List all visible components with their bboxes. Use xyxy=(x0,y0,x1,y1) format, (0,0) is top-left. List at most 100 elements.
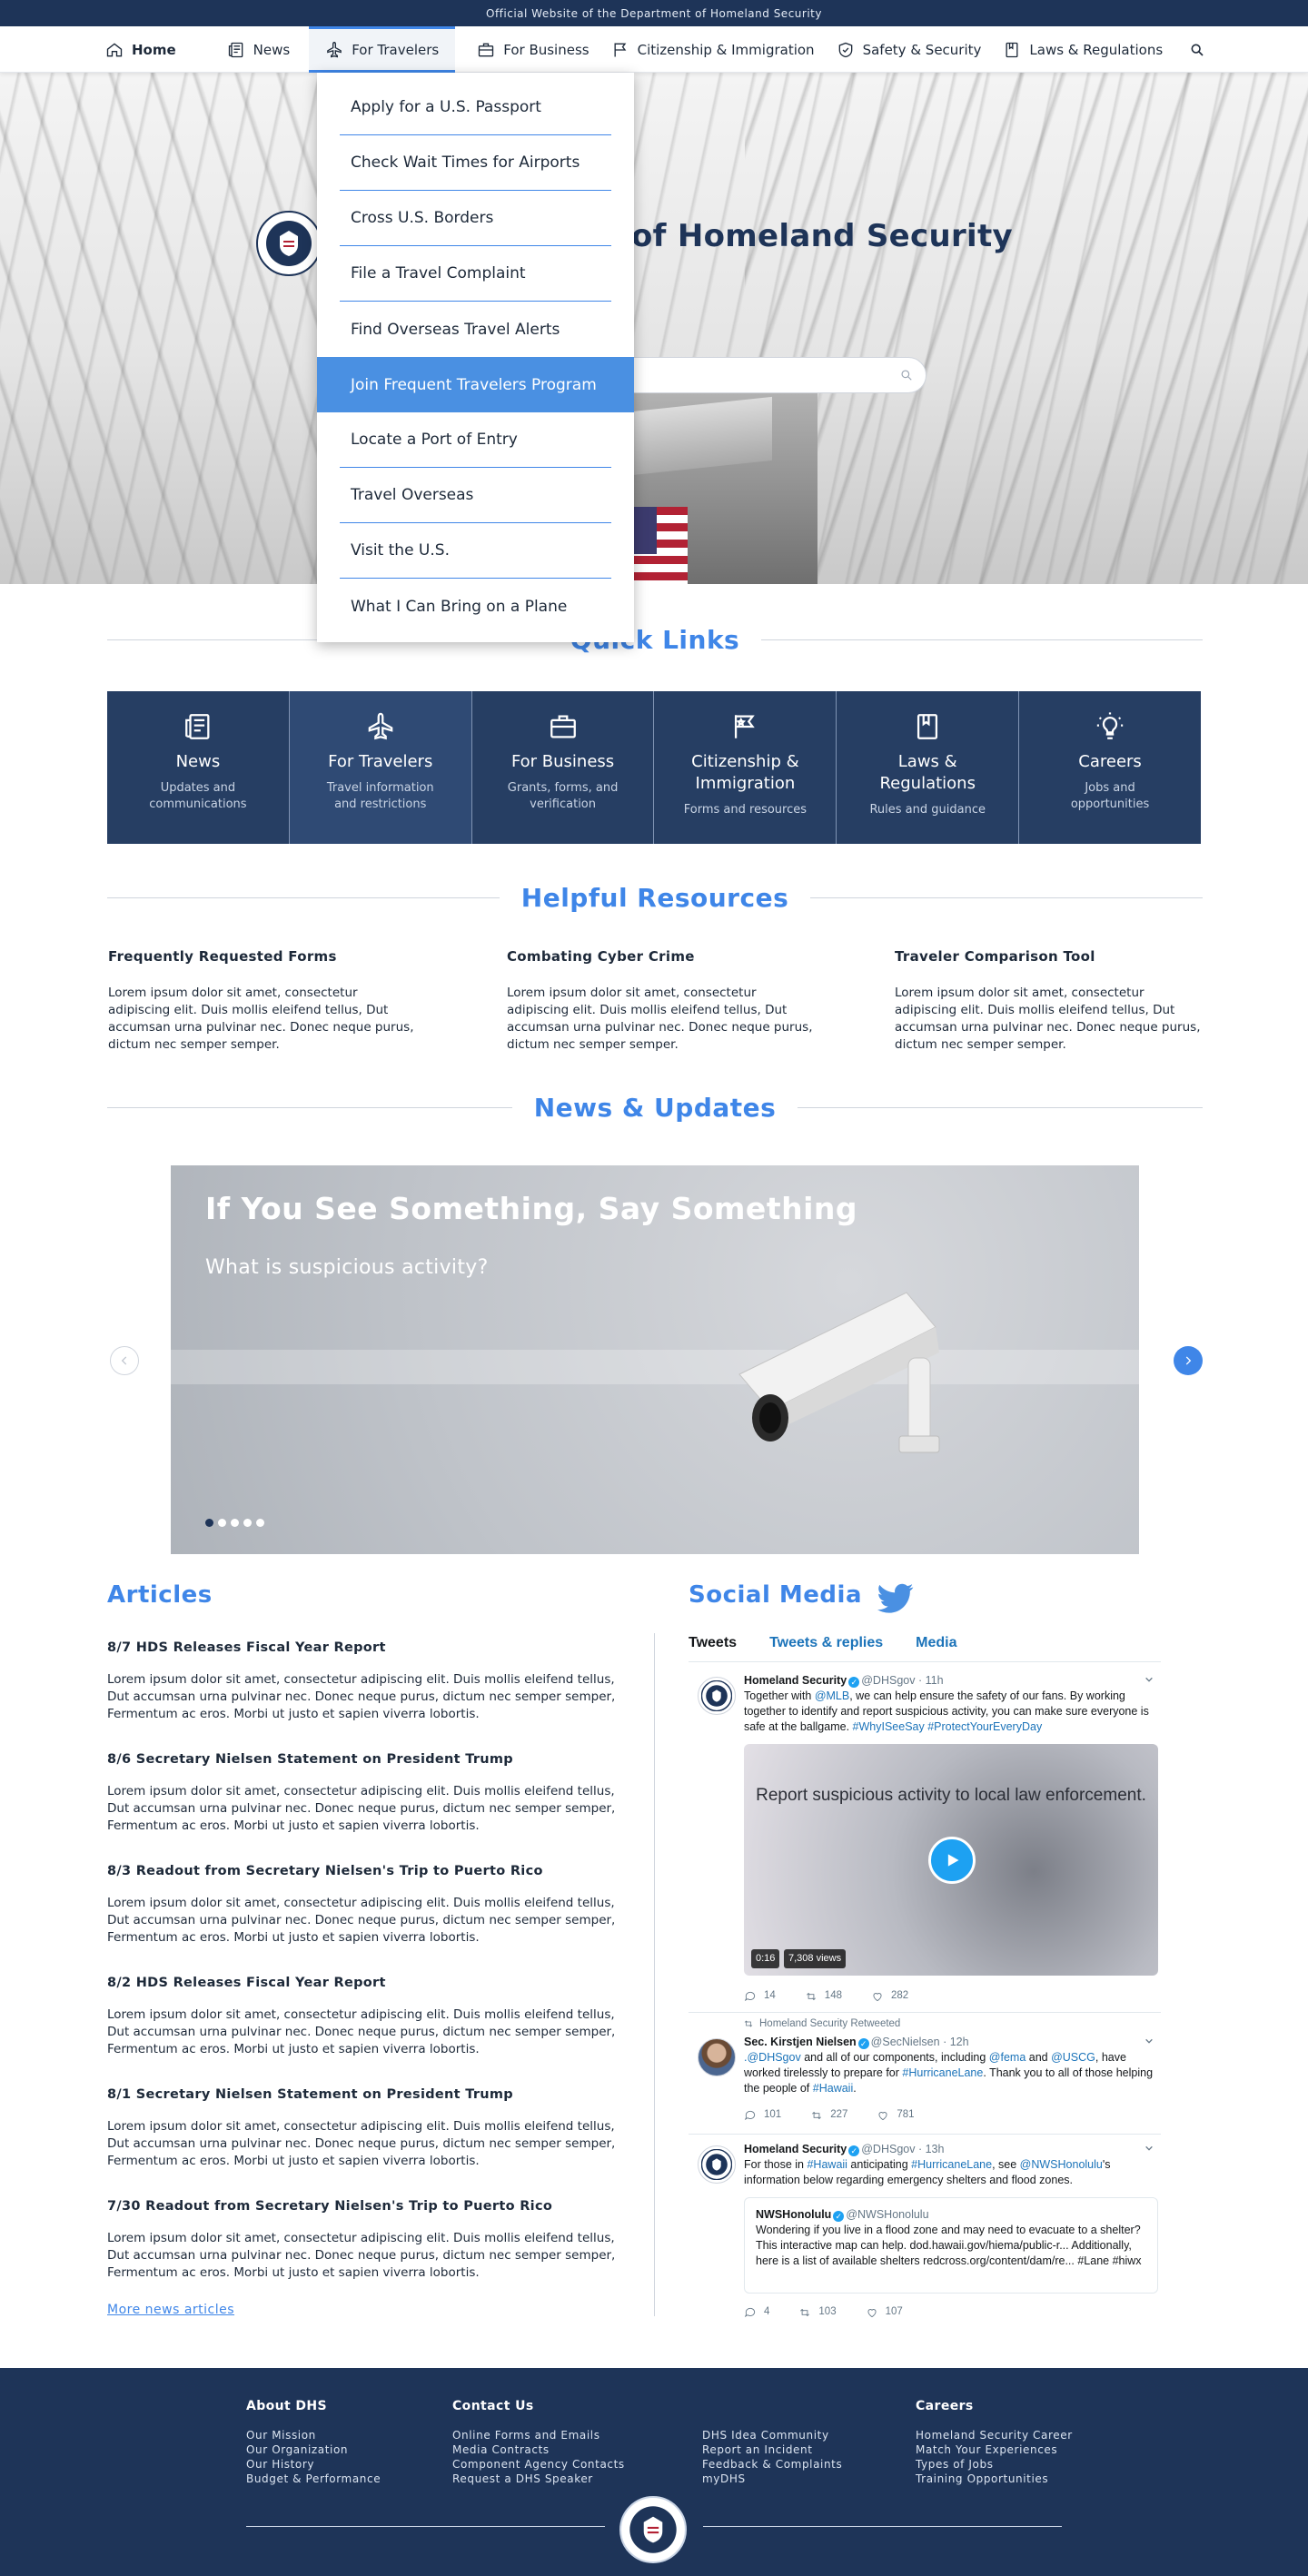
resource-title-link[interactable]: Frequently Requested Forms xyxy=(108,948,417,965)
tweet[interactable]: Sec. Kirstjen Nielsen ✓ @SecNielsen · 12h … xyxy=(689,2033,1161,2133)
carousel-dot[interactable] xyxy=(231,1519,239,1527)
quick-link-for-travelers[interactable]: For Travelers Travel information and res… xyxy=(289,691,472,844)
quick-link-citizenship[interactable]: Citizenship & Immigration Forms and reso… xyxy=(654,691,837,844)
article-title-link[interactable]: 7/30 Readout from Secretary Nielsen's Tr… xyxy=(107,2199,616,2214)
tweet-video[interactable]: Report suspicious activity to local law … xyxy=(744,1744,1158,1976)
more-news-link[interactable]: More news articles xyxy=(107,2303,234,2317)
resource-title-link[interactable]: Traveler Comparison Tool xyxy=(895,948,1204,965)
retweet-button[interactable]: 103 xyxy=(798,2304,837,2320)
article-title-link[interactable]: 8/7 HDS Releases Fiscal Year Report xyxy=(107,1640,616,1655)
dropdown-item-port-of-entry[interactable]: Locate a Port of Entry xyxy=(340,412,611,468)
tweet-time[interactable]: 11h xyxy=(926,1674,944,1687)
tweet-handle[interactable]: @DHSgov xyxy=(861,2143,915,2155)
article-title-link[interactable]: 8/3 Readout from Secretary Nielsen's Tri… xyxy=(107,1864,616,1878)
like-button[interactable]: 282 xyxy=(871,1988,908,2004)
carousel-prev-button[interactable] xyxy=(110,1346,139,1375)
twitter-icon[interactable] xyxy=(877,1583,914,1614)
hashtag-link[interactable]: #Hawaii xyxy=(807,2158,847,2171)
news-carousel[interactable]: If You See Something, Say Something What… xyxy=(171,1165,1139,1554)
footer-link[interactable]: Component Agency Contacts xyxy=(452,2457,625,2472)
footer-link[interactable]: Our Organization xyxy=(246,2442,381,2457)
nav-search-button[interactable] xyxy=(1179,26,1215,73)
carousel-dot[interactable] xyxy=(218,1519,226,1527)
mention-link[interactable]: @USCG xyxy=(1051,2051,1095,2064)
hashtag-link[interactable]: #Hawaii xyxy=(813,2082,853,2095)
article-title-link[interactable]: 8/1 Secretary Nielsen Statement on Presi… xyxy=(107,2087,616,2102)
carousel-next-button[interactable] xyxy=(1174,1346,1203,1375)
carousel-dot[interactable] xyxy=(205,1519,213,1527)
reply-button[interactable]: 4 xyxy=(744,2304,769,2320)
carousel-dot[interactable] xyxy=(243,1519,252,1527)
tweet-time[interactable]: 12h xyxy=(950,2036,969,2048)
footer-link[interactable]: Match Your Experiences xyxy=(916,2442,1073,2457)
dropdown-item-bring-on-plane[interactable]: What I Can Bring on a Plane xyxy=(340,579,611,634)
dropdown-item-wait-times[interactable]: Check Wait Times for Airports xyxy=(340,135,611,191)
tweet-author-name[interactable]: Homeland Security xyxy=(744,1674,847,1687)
quick-link-for-business[interactable]: For Business Grants, forms, and verifica… xyxy=(472,691,655,844)
quoted-tweet-card[interactable]: NWSHonolulu ✓ @NWSHonolulu Wondering if yo… xyxy=(744,2197,1158,2294)
nav-item-safety[interactable]: Safety & Security xyxy=(831,26,998,73)
dropdown-item-frequent-travelers[interactable]: Join Frequent Travelers Program xyxy=(317,357,634,412)
hashtag-link[interactable]: #WhyISeeSay #ProtectYourEveryDay xyxy=(853,1720,1043,1733)
avatar[interactable] xyxy=(698,2145,736,2184)
tweet-author-name[interactable]: Sec. Kirstjen Nielsen xyxy=(744,2036,857,2048)
footer-link[interactable]: Homeland Security Career xyxy=(916,2428,1073,2442)
avatar[interactable] xyxy=(698,2038,736,2076)
article-title-link[interactable]: 8/6 Secretary Nielsen Statement on Presi… xyxy=(107,1752,616,1767)
nav-item-for-travelers[interactable]: For Travelers xyxy=(309,26,456,73)
tweet-handle[interactable]: @DHSgov xyxy=(861,1674,915,1687)
footer-link[interactable]: Our Mission xyxy=(246,2428,381,2442)
footer-link[interactable]: Report an Incident xyxy=(702,2442,842,2457)
like-button[interactable]: 781 xyxy=(877,2107,915,2123)
search-icon[interactable] xyxy=(900,369,913,381)
dropdown-item-travel-complaint[interactable]: File a Travel Complaint xyxy=(340,246,611,302)
hashtag-link[interactable]: #HurricaneLane xyxy=(902,2066,983,2079)
footer-link[interactable]: DHS Idea Community xyxy=(702,2428,842,2442)
retweet-button[interactable]: 148 xyxy=(805,1988,842,2004)
dropdown-item-passport[interactable]: Apply for a U.S. Passport xyxy=(340,80,611,135)
tab-tweets-replies[interactable]: Tweets & replies xyxy=(769,1635,883,1651)
avatar[interactable] xyxy=(698,1677,736,1715)
nav-item-for-business[interactable]: For Business xyxy=(455,26,605,73)
footer-link[interactable]: Budget & Performance xyxy=(246,2472,381,2486)
dhs-seal-logo[interactable] xyxy=(619,2496,687,2567)
footer-link[interactable]: Training Opportunities xyxy=(916,2472,1073,2486)
dropdown-item-travel-alerts[interactable]: Find Overseas Travel Alerts xyxy=(340,302,611,357)
footer-link[interactable]: Feedback & Complaints xyxy=(702,2457,842,2472)
tab-media[interactable]: Media xyxy=(916,1635,956,1651)
hashtag-link[interactable]: #HurricaneLane xyxy=(911,2158,992,2171)
footer-link[interactable]: Our History xyxy=(246,2457,381,2472)
tweet[interactable]: Homeland Security ✓ @DHSgov · 11h Together… xyxy=(689,1671,1161,2012)
tweet-author-name[interactable]: Homeland Security xyxy=(744,2143,847,2155)
reply-button[interactable]: 14 xyxy=(744,1988,776,2004)
quick-link-laws[interactable]: Laws & Regulations Rules and guidance xyxy=(837,691,1020,844)
footer-link[interactable]: myDHS xyxy=(702,2472,842,2486)
retweet-button[interactable]: 227 xyxy=(810,2107,847,2123)
mention-link[interactable]: @MLB xyxy=(815,1689,849,1702)
footer-link[interactable]: Online Forms and Emails xyxy=(452,2428,625,2442)
quick-link-news[interactable]: News Updates and communications xyxy=(107,691,290,844)
tweet-handle[interactable]: @SecNielsen xyxy=(871,2036,940,2048)
tab-tweets[interactable]: Tweets xyxy=(689,1635,737,1651)
mention-link[interactable]: @fema xyxy=(989,2051,1026,2064)
footer-link[interactable]: Types of Jobs xyxy=(916,2457,1073,2472)
dropdown-item-travel-overseas[interactable]: Travel Overseas xyxy=(340,468,611,523)
play-button[interactable] xyxy=(928,1837,976,1884)
like-button[interactable]: 107 xyxy=(866,2304,903,2320)
footer-link[interactable]: Request a DHS Speaker xyxy=(452,2472,625,2486)
nav-item-laws[interactable]: Laws & Regulations xyxy=(997,26,1179,73)
footer-link[interactable]: Media Contracts xyxy=(452,2442,625,2457)
tweet-time[interactable]: 13h xyxy=(926,2143,945,2155)
carousel-dot[interactable] xyxy=(256,1519,264,1527)
mention-link[interactable]: .@DHSgov xyxy=(744,2051,801,2064)
resource-title-link[interactable]: Combating Cyber Crime xyxy=(507,948,816,965)
tweet[interactable]: Homeland Security ✓ @DHSgov · 13h For thos… xyxy=(689,2140,1161,2331)
nav-item-home[interactable]: Home xyxy=(104,26,193,73)
article-title-link[interactable]: 8/2 HDS Releases Fiscal Year Report xyxy=(107,1976,616,1990)
nav-item-news[interactable]: News xyxy=(193,26,307,73)
dropdown-item-visit-us[interactable]: Visit the U.S. xyxy=(340,523,611,579)
dropdown-item-cross-borders[interactable]: Cross U.S. Borders xyxy=(340,191,611,246)
nav-item-citizenship[interactable]: Citizenship & Immigration xyxy=(606,26,831,73)
quick-link-careers[interactable]: Careers Jobs and opportunities xyxy=(1019,691,1201,844)
mention-link[interactable]: @NWSHonolulu xyxy=(1020,2158,1103,2171)
